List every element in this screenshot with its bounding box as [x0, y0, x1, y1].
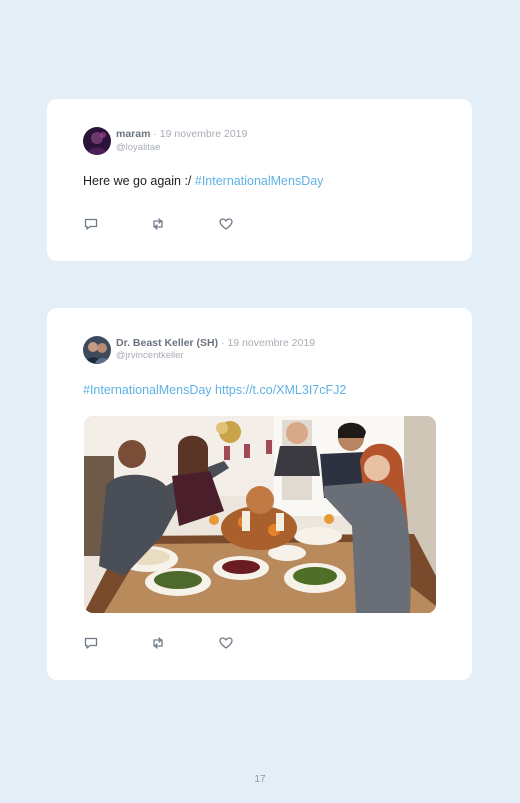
- tweet-photo[interactable]: [84, 416, 436, 613]
- page-number: 17: [254, 774, 266, 785]
- avatar[interactable]: [83, 127, 111, 155]
- tweet-link[interactable]: https://t.co/XML3I7cFJ2: [215, 383, 346, 397]
- author-handle[interactable]: @loyalitae: [116, 142, 161, 153]
- like-icon[interactable]: [218, 635, 234, 651]
- tweet-card: maram · 19 novembre 2019 @loyalitae Here…: [47, 99, 472, 261]
- like-icon[interactable]: [218, 216, 234, 232]
- tweet-actions: [83, 635, 283, 651]
- tweet-actions: [83, 216, 283, 232]
- tweet-header: maram · 19 novembre 2019: [116, 128, 247, 140]
- reply-icon[interactable]: [83, 216, 99, 232]
- author-name[interactable]: maram: [116, 128, 150, 140]
- tweet-card: Dr. Beast Keller (SH) · 19 novembre 2019…: [47, 308, 472, 680]
- tweet-date[interactable]: 19 novembre 2019: [227, 337, 315, 349]
- author-name[interactable]: Dr. Beast Keller (SH): [116, 337, 218, 349]
- author-handle[interactable]: @jrvincentkeller: [116, 350, 184, 361]
- tweet-body: Here we go again :/: [83, 174, 195, 188]
- reply-icon[interactable]: [83, 635, 99, 651]
- retweet-icon[interactable]: [150, 635, 166, 651]
- tweet-text: #InternationalMensDay https://t.co/XML3I…: [83, 383, 346, 397]
- hashtag-link[interactable]: #InternationalMensDay: [195, 174, 324, 188]
- dinner-party-image: [84, 416, 436, 613]
- avatar[interactable]: [83, 336, 111, 364]
- tweet-text: Here we go again :/ #InternationalMensDa…: [83, 174, 323, 188]
- tweet-header: Dr. Beast Keller (SH) · 19 novembre 2019: [116, 337, 315, 349]
- separator: ·: [150, 128, 160, 140]
- retweet-icon[interactable]: [150, 216, 166, 232]
- hashtag-link[interactable]: #InternationalMensDay: [83, 383, 212, 397]
- tweet-date[interactable]: 19 novembre 2019: [160, 128, 248, 140]
